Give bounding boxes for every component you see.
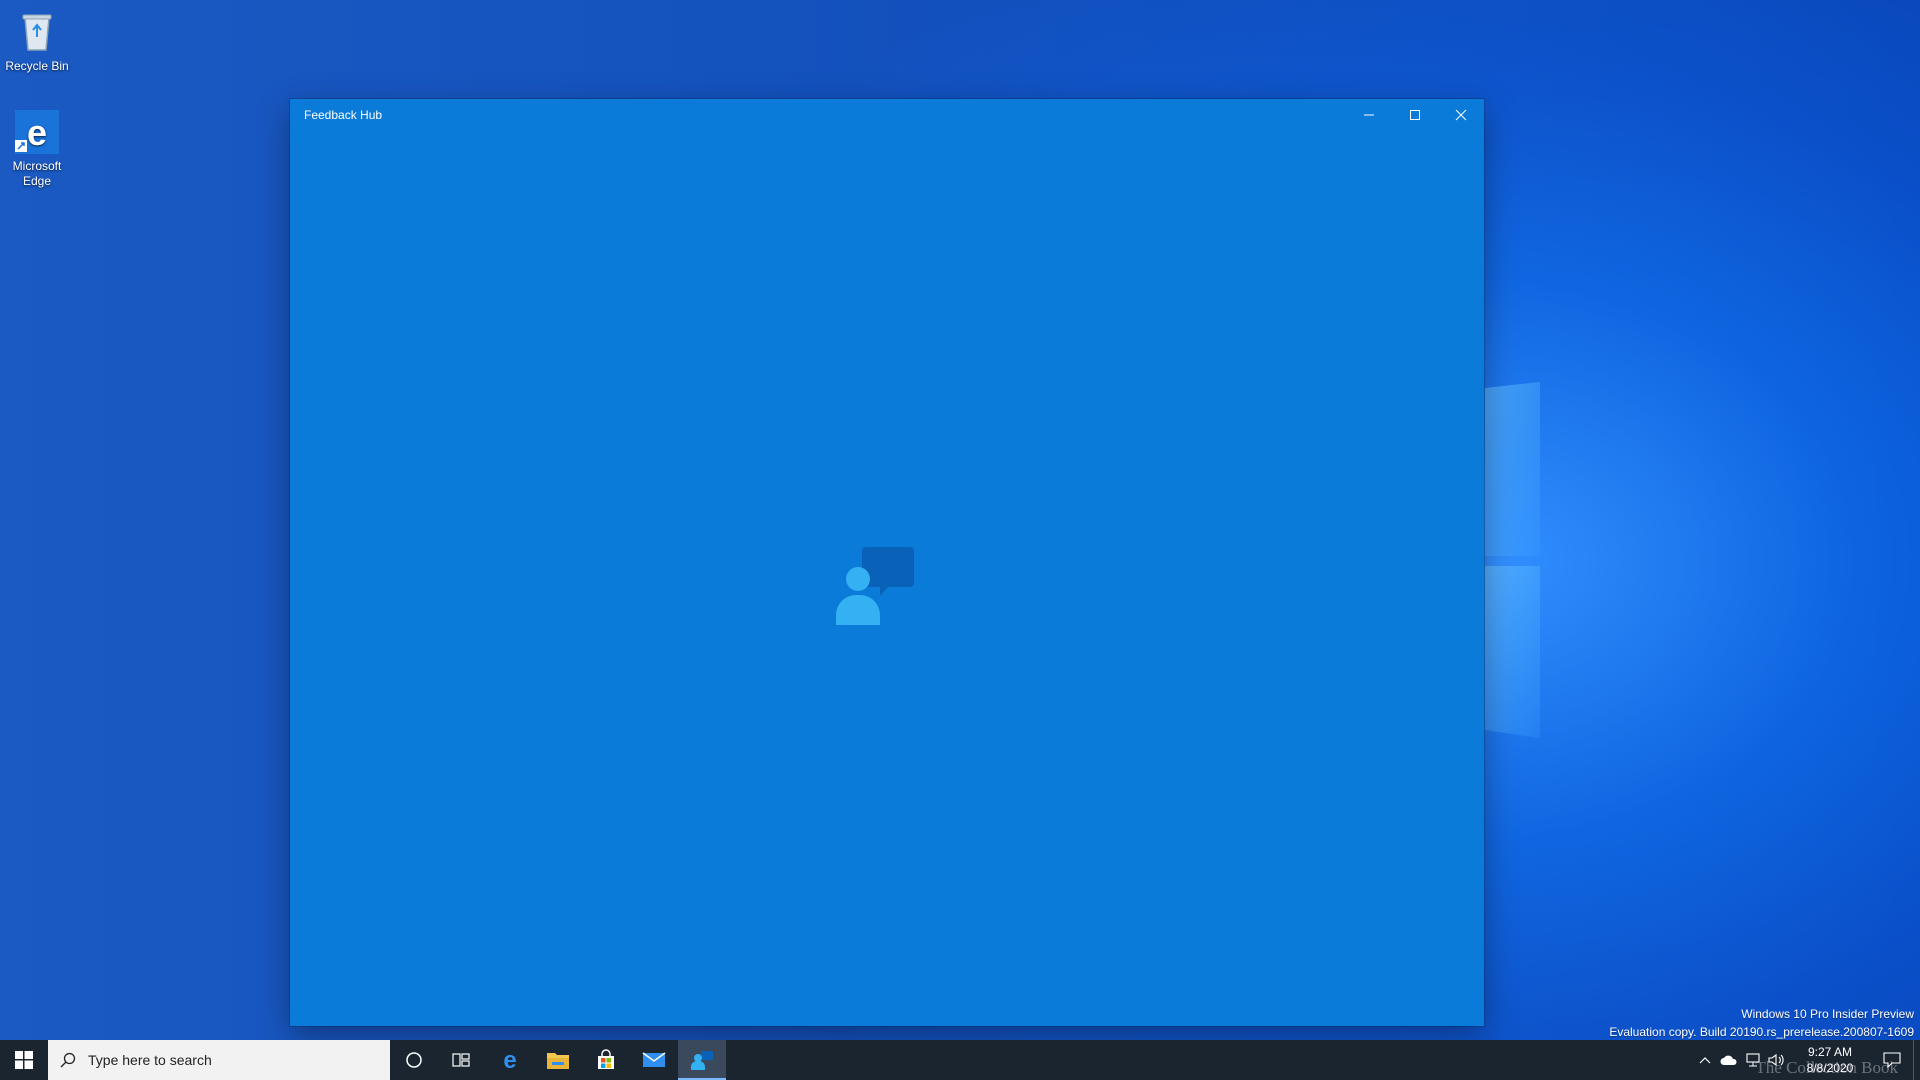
taskbar-store-button[interactable]: [582, 1040, 630, 1080]
desktop-icon-microsoft-edge[interactable]: e Microsoft Edge: [0, 108, 74, 189]
feedback-hub-splash-icon: [826, 529, 936, 644]
desktop-icon-label: Microsoft Edge: [12, 159, 62, 188]
taskbar-feedback-hub-button[interactable]: [678, 1040, 726, 1080]
feedback-hub-icon: [691, 1051, 713, 1070]
desktop-icon-recycle-bin[interactable]: Recycle Bin: [0, 8, 74, 74]
minimize-button[interactable]: [1346, 99, 1392, 131]
windows-watermark: Windows 10 Pro Insider Preview Evaluatio…: [1609, 1005, 1914, 1041]
svg-text:e: e: [27, 112, 47, 153]
task-view-icon: [452, 1053, 470, 1067]
mail-icon: [642, 1052, 666, 1067]
minimize-icon: [1364, 114, 1374, 116]
taskbar-mail-button[interactable]: [630, 1040, 678, 1080]
taskbar: Type here to search e 9:27 AM 8/8/2020: [0, 1040, 1920, 1080]
close-icon: [1455, 109, 1467, 121]
feedback-hub-window[interactable]: Feedback Hub: [290, 99, 1484, 1026]
start-button[interactable]: [0, 1040, 48, 1080]
edge-icon: e: [13, 108, 61, 156]
folder-icon: [547, 1053, 569, 1069]
search-placeholder: Type here to search: [88, 1052, 212, 1068]
search-icon: [60, 1052, 76, 1068]
store-bag-icon: [598, 1049, 614, 1069]
brand-overlay: The Collection Book: [1755, 1058, 1898, 1077]
edge-icon: e: [503, 1048, 516, 1072]
onedrive-button[interactable]: [1717, 1054, 1741, 1066]
show-hidden-icons-button[interactable]: [1693, 1056, 1717, 1064]
svg-text:e: e: [503, 1048, 516, 1072]
close-button[interactable]: [1438, 99, 1484, 131]
taskbar-search-box[interactable]: Type here to search: [48, 1040, 390, 1080]
recycle-bin-icon: [13, 8, 61, 56]
cortana-circle-icon: [406, 1052, 422, 1068]
chevron-up-icon: [1699, 1057, 1711, 1064]
watermark-line-1: Windows 10 Pro Insider Preview: [1741, 1007, 1914, 1021]
maximize-icon: [1410, 110, 1420, 120]
maximize-button[interactable]: [1392, 99, 1438, 131]
task-view-button[interactable]: [438, 1040, 486, 1080]
window-title: Feedback Hub: [304, 108, 383, 122]
taskbar-edge-button[interactable]: e: [486, 1040, 534, 1080]
desktop-icon-label: Recycle Bin: [5, 59, 69, 73]
cortana-button[interactable]: [390, 1040, 438, 1080]
windows-logo-icon: [15, 1051, 33, 1069]
show-desktop-button[interactable]: [1913, 1040, 1920, 1080]
watermark-line-2: Evaluation copy. Build 20190.rs_prerelea…: [1609, 1025, 1914, 1039]
cloud-icon: [1720, 1055, 1737, 1065]
taskbar-file-explorer-button[interactable]: [534, 1040, 582, 1080]
window-titlebar[interactable]: Feedback Hub: [290, 99, 1484, 131]
